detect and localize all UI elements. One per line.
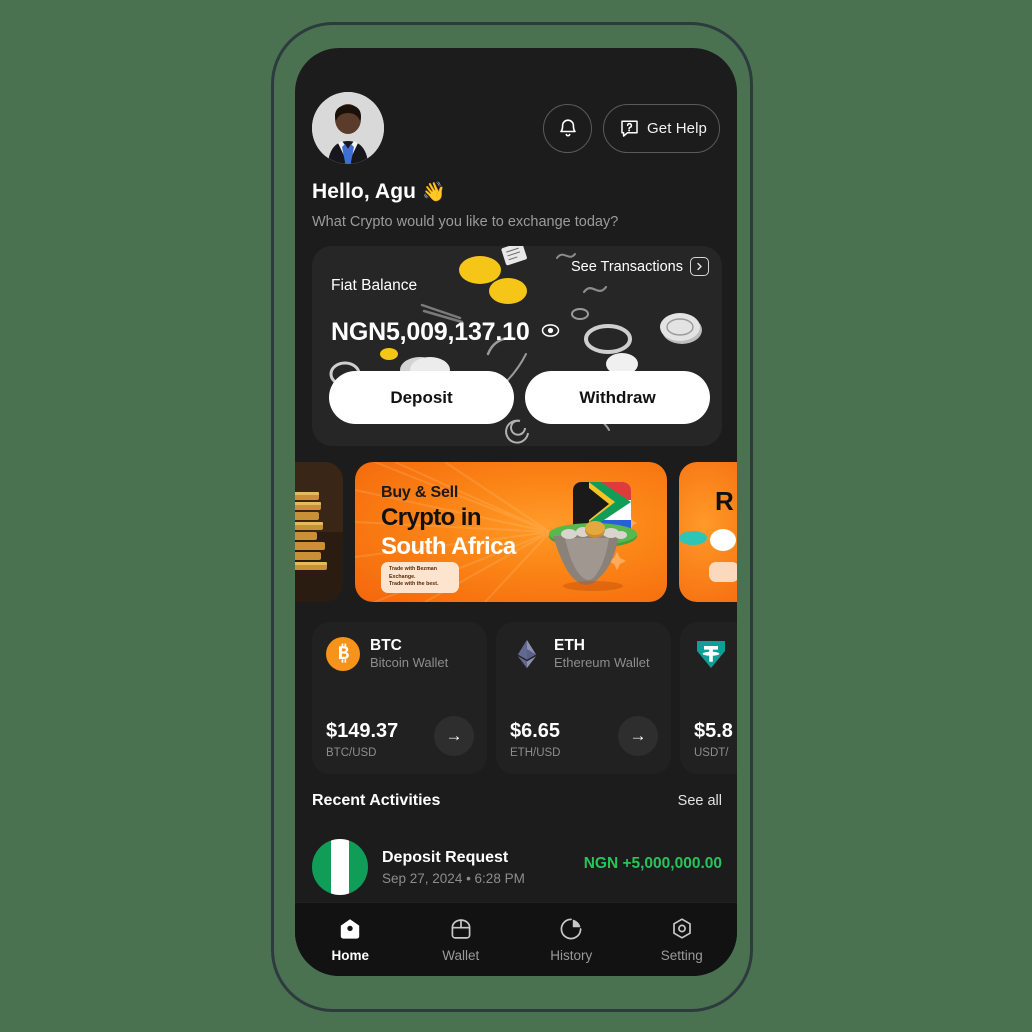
wallet-symbol: BTC (370, 637, 402, 654)
nav-item-wallet[interactable]: Wallet (406, 916, 517, 963)
banner-line2: Crypto in (381, 504, 482, 531)
fiat-balance-label: Fiat Balance (331, 277, 418, 294)
greeting-text: Hello, Agu (312, 180, 417, 203)
banner-line3: South Africa (381, 533, 516, 560)
ethereum-icon (518, 640, 536, 669)
pie-chart-icon (560, 918, 582, 940)
wallet-pair: ETH/USD (510, 747, 561, 759)
wallet-price: $5.8 (694, 720, 733, 742)
wallet-card-header: ETH Ethereum Wallet (510, 637, 650, 672)
activity-amount: NGN +5,000,000.00 (583, 855, 722, 872)
wallet-pair: USDT/ (694, 747, 729, 759)
activity-list-item[interactable]: Deposit Request Sep 27, 2024 • 6:28 PM N… (312, 836, 722, 898)
nav-label-wallet: Wallet (442, 948, 480, 963)
wallet-card-header: BTC Bitcoin Wallet (326, 637, 448, 672)
wallet-price: $149.37 (326, 720, 399, 742)
recent-activities-title: Recent Activities (312, 792, 441, 809)
floating-island-illustration (549, 482, 637, 591)
nav-item-setting[interactable]: Setting (627, 916, 738, 963)
promo-banner-next[interactable]: R (679, 462, 737, 602)
deposit-button[interactable]: Deposit (329, 371, 514, 424)
greeting-title: Hello, Agu 👋 (312, 180, 446, 204)
fiat-balance-card: See Transactions Fiat Balance NGN5,009,1… (312, 246, 722, 446)
wallet-name: Bitcoin Wallet (370, 654, 449, 670)
wallet-symbol: ETH (554, 637, 585, 654)
promo-carousel[interactable]: Buy & Sell Crypto in South Africa Trade … (295, 462, 737, 602)
promo-banner-previous[interactable] (295, 462, 343, 602)
get-help-label: Get Help (647, 120, 707, 137)
chevron-right-icon (690, 257, 709, 276)
get-help-button[interactable]: Get Help (603, 104, 720, 153)
banner-badge-line1: Trade with Bezman Exchange. (389, 566, 437, 580)
activity-name: Deposit Request (382, 848, 509, 866)
wallet-name: Ethereum Wallet (554, 654, 650, 670)
wallet-cards-carousel[interactable]: BTC Bitcoin Wallet $149.37 BTC/USD → ETH… (295, 622, 737, 774)
bell-icon (559, 118, 576, 136)
see-transactions-button[interactable]: See Transactions (571, 257, 709, 276)
next-banner-art: R (679, 486, 737, 582)
see-all-button[interactable]: See all (678, 793, 722, 809)
wallet-arrow-button[interactable]: → (434, 716, 474, 756)
avatar[interactable] (312, 92, 384, 164)
wallet-pair: BTC/USD (326, 747, 377, 759)
banner-badge: Trade with Bezman Exchange. Trade with t… (381, 562, 459, 594)
recent-activities-header: Recent Activities See all (312, 792, 722, 810)
wallet-card-eth[interactable]: ETH Ethereum Wallet $6.65 ETH/USD → (496, 622, 671, 774)
phone-screen: Get Help Hello, Agu 👋 What Crypto would … (295, 48, 737, 976)
nav-item-home[interactable]: Home (295, 916, 406, 963)
banner-badge-line2: Trade with the best. (389, 581, 439, 588)
avatar-image (312, 92, 384, 164)
app-header: Get Help (295, 48, 737, 176)
nav-label-setting: Setting (660, 948, 703, 963)
balance-actions: Deposit Withdraw (329, 371, 710, 424)
gold-coins-image (295, 462, 343, 602)
wave-icon: 👋 (422, 182, 446, 203)
tether-icon (697, 641, 725, 669)
activity-date: Sep 27, 2024 • 6:28 PM (382, 870, 525, 886)
wallet-icon (451, 919, 471, 939)
wallet-card-header: USDT Tether Wallet (694, 637, 737, 672)
bitcoin-icon (326, 637, 360, 672)
see-transactions-label: See Transactions (570, 258, 683, 275)
home-icon (341, 919, 360, 939)
nigeria-flag-icon (312, 839, 368, 895)
banner-text: Buy & Sell Crypto in South Africa (381, 484, 516, 561)
banner-line1: Buy & Sell (381, 484, 459, 501)
wallet-price: $6.65 (510, 720, 561, 742)
nav-label-home: Home (331, 948, 369, 963)
wallet-card-usdt[interactable]: USDT Tether Wallet $5.8 USDT/ → (680, 622, 737, 774)
next-banner-letter: R (715, 486, 734, 516)
balance-row: NGN5,009,137.10 (331, 318, 560, 347)
withdraw-button[interactable]: Withdraw (525, 371, 710, 424)
screenshot-stage: Get Help Hello, Agu 👋 What Crypto would … (0, 0, 1032, 1032)
promo-banner-south-africa[interactable]: Buy & Sell Crypto in South Africa Trade … (355, 462, 667, 602)
nav-item-history[interactable]: History (516, 916, 627, 963)
gear-hexagon-icon (672, 918, 691, 939)
eye-icon[interactable] (541, 321, 560, 345)
chat-question-icon (621, 120, 638, 137)
bottom-navigation: Home Wallet History Setting (295, 902, 737, 976)
wallet-arrow-button[interactable]: → (618, 716, 658, 756)
nav-label-history: History (550, 948, 593, 963)
greeting-subtitle: What Crypto would you like to exchange t… (312, 214, 619, 230)
balance-amount: NGN5,009,137.10 (331, 318, 530, 346)
activity-text: Deposit Request Sep 27, 2024 • 6:28 PM (382, 849, 525, 886)
notification-button[interactable] (543, 104, 592, 153)
wallet-card-btc[interactable]: BTC Bitcoin Wallet $149.37 BTC/USD → (312, 622, 487, 774)
